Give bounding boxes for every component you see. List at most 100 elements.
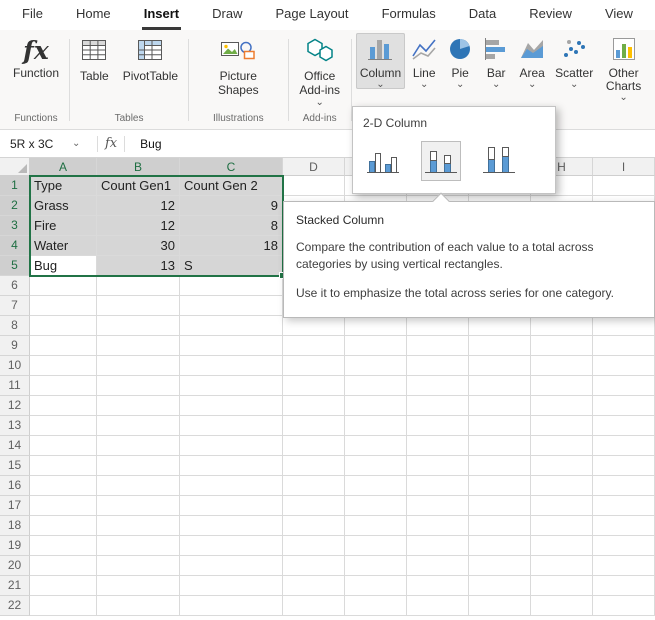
cell-C7[interactable] [180, 296, 283, 316]
cell-H15[interactable] [531, 456, 593, 476]
cell-E18[interactable] [345, 516, 407, 536]
cell-C2[interactable]: 9 [180, 196, 283, 216]
cell-H16[interactable] [531, 476, 593, 496]
cell-A20[interactable] [30, 556, 97, 576]
cell-D17[interactable] [283, 496, 345, 516]
cell-G20[interactable] [469, 556, 531, 576]
cell-G14[interactable] [469, 436, 531, 456]
cell-D21[interactable] [283, 576, 345, 596]
cell-E8[interactable] [345, 316, 407, 336]
cell-C20[interactable] [180, 556, 283, 576]
cell-G21[interactable] [469, 576, 531, 596]
cell-F17[interactable] [407, 496, 469, 516]
cell-E9[interactable] [345, 336, 407, 356]
cell-A8[interactable] [30, 316, 97, 336]
row-header-15[interactable]: 15 [0, 456, 30, 476]
cell-B12[interactable] [97, 396, 180, 416]
cell-F12[interactable] [407, 396, 469, 416]
cell-E19[interactable] [345, 536, 407, 556]
cell-I15[interactable] [593, 456, 655, 476]
tab-page-layout[interactable]: Page Layout [274, 0, 351, 30]
cell-E21[interactable] [345, 576, 407, 596]
row-header-10[interactable]: 10 [0, 356, 30, 376]
row-header-14[interactable]: 14 [0, 436, 30, 456]
row-header-18[interactable]: 18 [0, 516, 30, 536]
cell-C10[interactable] [180, 356, 283, 376]
row-header-8[interactable]: 8 [0, 316, 30, 336]
cell-C17[interactable] [180, 496, 283, 516]
cell-H10[interactable] [531, 356, 593, 376]
cell-A16[interactable] [30, 476, 97, 496]
cell-E16[interactable] [345, 476, 407, 496]
tab-file[interactable]: File [20, 0, 45, 30]
tab-view[interactable]: View [603, 0, 635, 30]
cell-D10[interactable] [283, 356, 345, 376]
cell-E12[interactable] [345, 396, 407, 416]
cell-B22[interactable] [97, 596, 180, 616]
name-box-chevron-icon[interactable]: ⌄ [72, 138, 90, 149]
cell-I22[interactable] [593, 596, 655, 616]
row-header-4[interactable]: 4 [0, 236, 30, 256]
cell-C5[interactable]: S [180, 256, 283, 276]
cell-H18[interactable] [531, 516, 593, 536]
cell-E13[interactable] [345, 416, 407, 436]
cell-E15[interactable] [345, 456, 407, 476]
cell-C9[interactable] [180, 336, 283, 356]
row-header-13[interactable]: 13 [0, 416, 30, 436]
cell-C8[interactable] [180, 316, 283, 336]
cell-E22[interactable] [345, 596, 407, 616]
pie-button[interactable]: Pie⌄ [443, 33, 477, 89]
cell-E14[interactable] [345, 436, 407, 456]
cell-D1[interactable] [283, 176, 345, 196]
cell-F10[interactable] [407, 356, 469, 376]
row-header-2[interactable]: 2 [0, 196, 30, 216]
tab-data[interactable]: Data [467, 0, 498, 30]
cell-F16[interactable] [407, 476, 469, 496]
cell-G10[interactable] [469, 356, 531, 376]
row-header-6[interactable]: 6 [0, 276, 30, 296]
cell-F15[interactable] [407, 456, 469, 476]
cell-A14[interactable] [30, 436, 97, 456]
cell-G16[interactable] [469, 476, 531, 496]
column-button[interactable]: Column⌄ [356, 33, 405, 89]
row-header-20[interactable]: 20 [0, 556, 30, 576]
row-header-1[interactable]: 1 [0, 176, 30, 196]
column-header-B[interactable]: B [97, 158, 180, 176]
100-percent-stacked-column-option[interactable] [479, 141, 519, 181]
function-button[interactable]: fx Function [7, 33, 65, 83]
cell-D12[interactable] [283, 396, 345, 416]
cell-I21[interactable] [593, 576, 655, 596]
cell-F9[interactable] [407, 336, 469, 356]
cell-D20[interactable] [283, 556, 345, 576]
cell-D22[interactable] [283, 596, 345, 616]
row-header-22[interactable]: 22 [0, 596, 30, 616]
row-header-3[interactable]: 3 [0, 216, 30, 236]
insert-function-icon[interactable]: fx [105, 136, 117, 151]
cell-D9[interactable] [283, 336, 345, 356]
row-header-17[interactable]: 17 [0, 496, 30, 516]
cell-I20[interactable] [593, 556, 655, 576]
cell-A15[interactable] [30, 456, 97, 476]
cell-C1[interactable]: Count Gen 2 [180, 176, 283, 196]
cell-B3[interactable]: 12 [97, 216, 180, 236]
cell-A4[interactable]: Water [30, 236, 97, 256]
cell-D14[interactable] [283, 436, 345, 456]
cell-E17[interactable] [345, 496, 407, 516]
cell-C19[interactable] [180, 536, 283, 556]
cell-A11[interactable] [30, 376, 97, 396]
cell-F8[interactable] [407, 316, 469, 336]
cell-G18[interactable] [469, 516, 531, 536]
cell-G8[interactable] [469, 316, 531, 336]
cell-G11[interactable] [469, 376, 531, 396]
cell-G19[interactable] [469, 536, 531, 556]
tab-draw[interactable]: Draw [210, 0, 244, 30]
cell-B19[interactable] [97, 536, 180, 556]
bar-button[interactable]: Bar⌄ [479, 33, 513, 89]
cell-F11[interactable] [407, 376, 469, 396]
cell-C4[interactable]: 18 [180, 236, 283, 256]
cell-A6[interactable] [30, 276, 97, 296]
cell-I1[interactable] [593, 176, 655, 196]
cell-A2[interactable]: Grass [30, 196, 97, 216]
picture-shapes-button[interactable]: Picture Shapes [193, 33, 284, 100]
cell-I14[interactable] [593, 436, 655, 456]
